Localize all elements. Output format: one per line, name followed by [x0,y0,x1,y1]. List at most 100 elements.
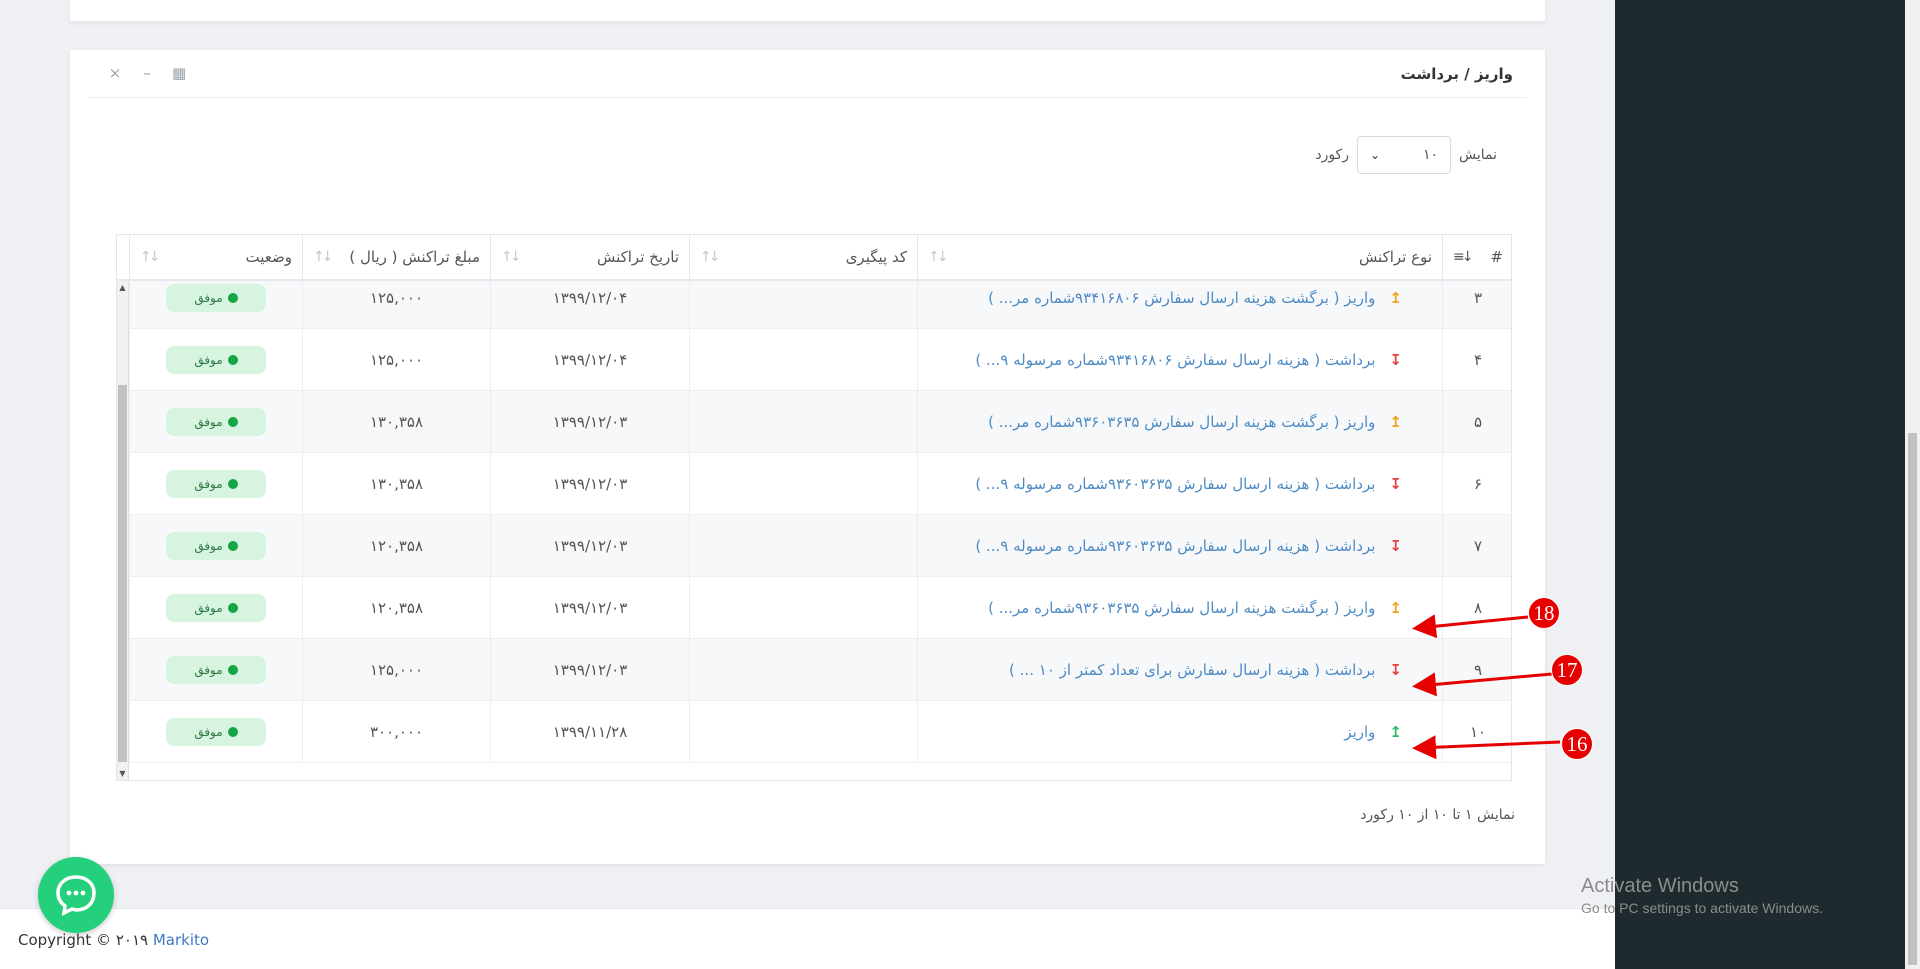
brand-link[interactable]: Markito [153,931,209,949]
cell-date: ۱۳۹۹/۱۲/۰۳ [490,391,689,453]
cell-tracking [689,701,917,763]
page-length-value: ۱۰ [1422,147,1438,163]
scroll-up-icon[interactable]: ▲ [117,283,128,292]
page-footer: Copyright © ۲۰۱۹ Markito [0,908,1615,969]
cell-type: ↧ برداشت ( هزینه ارسال سفارش ۹۳۶۰۳۶۳۵شمار… [917,453,1442,515]
status-dot-icon [227,603,238,613]
annotation-marker-17: 17 [1551,654,1583,686]
minimize-icon[interactable]: – [140,64,154,82]
column-label-amount: مبلغ تراکنش ( ریال ) [349,248,480,266]
cell-date: ۱۳۹۹/۱۲/۰۳ [490,577,689,639]
table-row: ۷ ↧ برداشت ( هزینه ارسال سفارش ۹۳۶۰۳۶۳۵شما… [117,515,1511,577]
table-header: # ↓≡ نوع تراکنش ↓↑ کد پیگیری ↓↑ تاریخ تر… [117,235,1511,281]
status-badge: موفق [166,408,266,436]
previous-panel-bottom [70,0,1545,22]
status-text: موفق [194,415,223,429]
cell-amount: ۱۳۰,۳۵۸ [302,453,490,515]
sort-icon: ↓↑ [501,249,522,265]
cell-tracking [689,453,917,515]
cell-index: ۴ [1442,329,1511,391]
panel-tools: × – ▦ [108,64,186,82]
table-row: ۹ ↧ برداشت ( هزینه ارسال سفارش برای تعداد … [117,639,1511,701]
panel-title: واریز / برداشت [1400,65,1513,83]
arrow-down-icon: ↧ [1389,537,1402,555]
cell-type: ↥ واریز ( برگشت هزینه ارسال سفارش ۹۳۶۰۳۶۳… [917,391,1442,453]
cell-status: موفق [129,281,302,329]
cell-tracking [689,329,917,391]
status-dot-icon [227,541,238,551]
column-label-index: # [1490,248,1503,266]
cell-amount: ۱۲۵,۰۰۰ [302,329,490,391]
cell-status: موفق [129,639,302,701]
column-header-index[interactable]: # ↓≡ [1442,235,1513,279]
length-label-show: نمایش [1458,147,1497,163]
arrow-down-icon: ↧ [1389,351,1402,369]
cell-status: موفق [129,391,302,453]
status-text: موفق [194,725,223,739]
transactions-table: # ↓≡ نوع تراکنش ↓↑ کد پیگیری ↓↑ تاریخ تر… [116,234,1512,781]
table-row: ۶ ↧ برداشت ( هزینه ارسال سفارش ۹۳۶۰۳۶۳۵شما… [117,453,1511,515]
sort-icon: ↓↑ [928,249,949,265]
chat-bubble-icon [56,875,96,917]
panel-header: واریز / برداشت × – ▦ [88,50,1527,98]
cell-index: ۳ [1442,281,1511,329]
transaction-type-link[interactable]: برداشت ( هزینه ارسال سفارش ۹۳۶۰۳۶۳۵شماره… [975,475,1375,493]
transaction-type-link[interactable]: برداشت ( هزینه ارسال سفارش ۹۳۶۰۳۶۳۵شماره… [975,537,1375,555]
transactions-panel: واریز / برداشت × – ▦ نمایش ۱۰ ⌄ رکورد # … [70,50,1545,864]
cell-date: ۱۳۹۹/۱۲/۰۴ [490,329,689,391]
arrow-up-icon: ↥ [1389,413,1402,431]
table-row: ۸ ↥ واریز ( برگشت هزینه ارسال سفارش ۹۳۶۰۳۶… [117,577,1511,639]
status-dot-icon [227,417,238,427]
transaction-type-link[interactable]: واریز ( برگشت هزینه ارسال سفارش ۹۳۴۱۶۸۰۶… [988,289,1375,307]
cell-date: ۱۳۹۹/۱۱/۲۸ [490,701,689,763]
status-badge: موفق [166,284,266,312]
cell-status: موفق [129,453,302,515]
scroll-down-icon[interactable]: ▼ [117,769,128,778]
cell-tracking [689,639,917,701]
table-row: ۱۰ ↥ واریز ۱۳۹۹/۱۱/۲۸ ۳۰۰,۰۰۰ موفق [117,701,1511,763]
column-header-date[interactable]: تاریخ تراکنش ↓↑ [490,235,689,279]
page-length-select[interactable]: ۱۰ ⌄ [1356,136,1451,174]
column-header-type[interactable]: نوع تراکنش ↓↑ [917,235,1442,279]
column-header-tracking[interactable]: کد پیگیری ↓↑ [689,235,917,279]
table-body: ۳ ↥ واریز ( برگشت هزینه ارسال سفارش ۹۳۴۱۶۸… [117,281,1511,780]
scrollbar-thumb[interactable] [118,385,127,762]
close-icon[interactable]: × [108,64,122,82]
status-text: موفق [194,601,223,615]
cell-type: ↧ برداشت ( هزینه ارسال سفارش برای تعداد ک… [917,639,1442,701]
sort-icon: ↓↑ [140,249,161,265]
chat-button[interactable] [38,857,114,933]
cell-amount: ۳۰۰,۰۰۰ [302,701,490,763]
activation-watermark: Activate Windows Go to PC settings to ac… [1581,875,1823,916]
cell-tracking [689,515,917,577]
cell-tracking [689,577,917,639]
page-scrollbar[interactable] [1905,0,1920,969]
side-panel [1615,0,1905,969]
column-label-date: تاریخ تراکنش [596,248,679,266]
cell-date: ۱۳۹۹/۱۲/۰۴ [490,281,689,329]
sort-icon: ↓↑ [700,249,721,265]
table-row: ۳ ↥ واریز ( برگشت هزینه ارسال سفارش ۹۳۴۱۶۸… [117,281,1511,329]
cell-status: موفق [129,701,302,763]
transaction-type-link[interactable]: برداشت ( هزینه ارسال سفارش ۹۳۴۱۶۸۰۶شماره… [975,351,1375,369]
transaction-type-link[interactable]: واریز ( برگشت هزینه ارسال سفارش ۹۳۶۰۳۶۳۵… [988,599,1375,617]
table-view-icon[interactable]: ▦ [172,64,186,82]
cell-type: ↥ واریز [917,701,1442,763]
transaction-type-link[interactable]: واریز [1344,723,1375,741]
transaction-type-link[interactable]: واریز ( برگشت هزینه ارسال سفارش ۹۳۶۰۳۶۳۵… [988,413,1375,431]
arrow-up-icon: ↥ [1389,289,1402,307]
cell-type: ↥ واریز ( برگشت هزینه ارسال سفارش ۹۳۶۰۳۶۳… [917,577,1442,639]
table-scrollbar[interactable]: ▲ ▼ [117,281,129,780]
table-info: نمایش ۱ تا ۱۰ از ۱۰ رکورد [1360,807,1515,823]
arrow-down-icon: ↧ [1389,475,1402,493]
annotation-marker-16: 16 [1561,728,1593,760]
status-badge: موفق [166,656,266,684]
transaction-type-link[interactable]: برداشت ( هزینه ارسال سفارش برای تعداد کم… [1009,661,1375,679]
cell-amount: ۱۲۵,۰۰۰ [302,639,490,701]
page-scrollbar-thumb[interactable] [1908,433,1917,965]
table-row: ۴ ↧ برداشت ( هزینه ارسال سفارش ۹۳۴۱۶۸۰۶شما… [117,329,1511,391]
column-header-status[interactable]: وضعیت ↓↑ [129,235,302,279]
watermark-title: Activate Windows [1581,875,1739,897]
column-header-amount[interactable]: مبلغ تراکنش ( ریال ) ↓↑ [302,235,490,279]
cell-type: ↥ واریز ( برگشت هزینه ارسال سفارش ۹۳۴۱۶۸۰… [917,281,1442,329]
